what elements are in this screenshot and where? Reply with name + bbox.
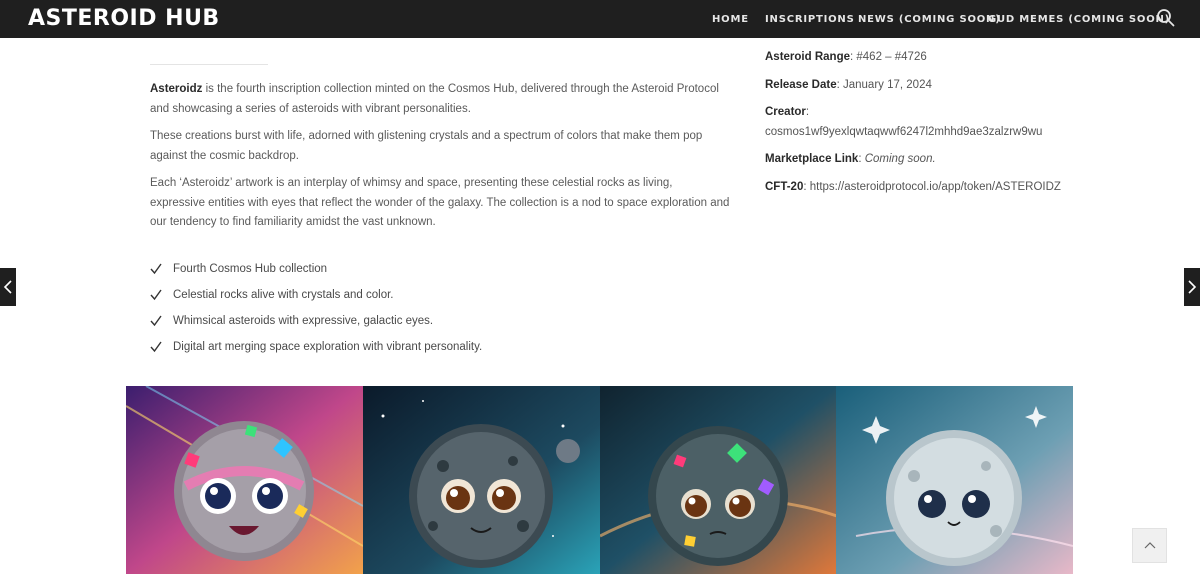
scroll-to-top-button[interactable] — [1132, 528, 1167, 563]
creator-address: cosmos1wf9yexlqwtaqwwf6247l2mhhd9ae3zalz… — [765, 126, 1043, 138]
creator-label: Creator — [765, 106, 806, 118]
description-paragraph: These creations burst with life, adorned… — [150, 127, 730, 166]
nav-home[interactable]: HOME — [712, 0, 749, 38]
check-icon — [150, 263, 162, 275]
asteroid-artwork-3[interactable] — [599, 386, 837, 574]
site-header: ASTEROID HUB HOME INSCRIPTIONS NEWS (COM… — [0, 0, 1200, 38]
asteroid-artwork-4[interactable] — [836, 386, 1073, 574]
release-date-label: Release Date — [765, 79, 837, 91]
description-text: These creations burst with life, adorned… — [150, 130, 703, 162]
marketplace-link: Marketplace Link: Coming soon. — [765, 153, 936, 165]
release-date: Release Date: January 17, 2024 — [765, 79, 932, 91]
site-logo[interactable]: ASTEROID HUB — [28, 6, 220, 31]
check-icon — [150, 315, 162, 327]
list-item: Digital art merging space exploration wi… — [150, 340, 650, 358]
asteroid-range-value: #462 – #4726 — [856, 51, 927, 63]
artwork-paragraph: Each ‘Asteroidz’ artwork is an interplay… — [150, 174, 730, 233]
prev-post-button[interactable] — [0, 268, 16, 306]
creator: Creator: — [765, 106, 810, 118]
list-item-label: Digital art merging space exploration wi… — [173, 341, 483, 353]
chevron-up-icon — [1144, 542, 1156, 549]
intro-paragraph: Asteroidz is the fourth inscription coll… — [150, 80, 730, 119]
next-post-button[interactable] — [1184, 268, 1200, 306]
nav-gud-memes[interactable]: GUD MEMES (COMING SOON) — [988, 0, 1170, 38]
chevron-right-icon — [1188, 280, 1197, 294]
search-icon[interactable] — [1156, 8, 1176, 28]
list-item-label: Fourth Cosmos Hub collection — [173, 263, 328, 275]
list-item: Fourth Cosmos Hub collection — [150, 262, 650, 280]
check-icon — [150, 341, 162, 353]
asteroid-artwork-2[interactable] — [362, 386, 600, 574]
artwork-gallery — [126, 386, 1073, 574]
nav-gud-memes-link[interactable]: GUD MEMES (COMING SOON) — [988, 14, 1170, 25]
list-item: Celestial rocks alive with crystals and … — [150, 288, 650, 306]
intro-text: is the fourth inscription collection min… — [150, 83, 719, 115]
asteroid-artwork-1[interactable] — [126, 386, 363, 574]
marketplace-value: Coming soon. — [864, 153, 936, 165]
asteroid-range: Asteroid Range: #462 – #4726 — [765, 51, 927, 63]
artwork-text: Each ‘Asteroidz’ artwork is an interplay… — [150, 177, 730, 228]
check-icon — [150, 289, 162, 301]
list-item-label: Celestial rocks alive with crystals and … — [173, 289, 394, 301]
section-divider — [150, 64, 268, 65]
collection-name: Asteroidz — [150, 83, 203, 95]
cft20-url[interactable]: https://asteroidprotocol.io/app/token/AS… — [810, 181, 1061, 193]
nav-news-link[interactable]: NEWS (COMING SOON) — [858, 14, 1001, 25]
release-date-value: January 17, 2024 — [843, 79, 932, 91]
list-item-label: Whimsical asteroids with expressive, gal… — [173, 315, 434, 327]
nav-home-link[interactable]: HOME — [712, 14, 749, 25]
marketplace-label: Marketplace Link — [765, 153, 859, 165]
nav-inscriptions-link[interactable]: INSCRIPTIONS — [765, 14, 855, 25]
chevron-left-icon — [3, 280, 12, 294]
cft20-label: CFT-20 — [765, 181, 804, 193]
asteroid-range-label: Asteroid Range — [765, 51, 850, 63]
nav-news[interactable]: NEWS (COMING SOON) — [858, 0, 1001, 38]
nav-inscriptions[interactable]: INSCRIPTIONS — [765, 0, 855, 38]
cft20-link: CFT-20: https://asteroidprotocol.io/app/… — [765, 181, 1061, 193]
list-item: Whimsical asteroids with expressive, gal… — [150, 314, 650, 332]
